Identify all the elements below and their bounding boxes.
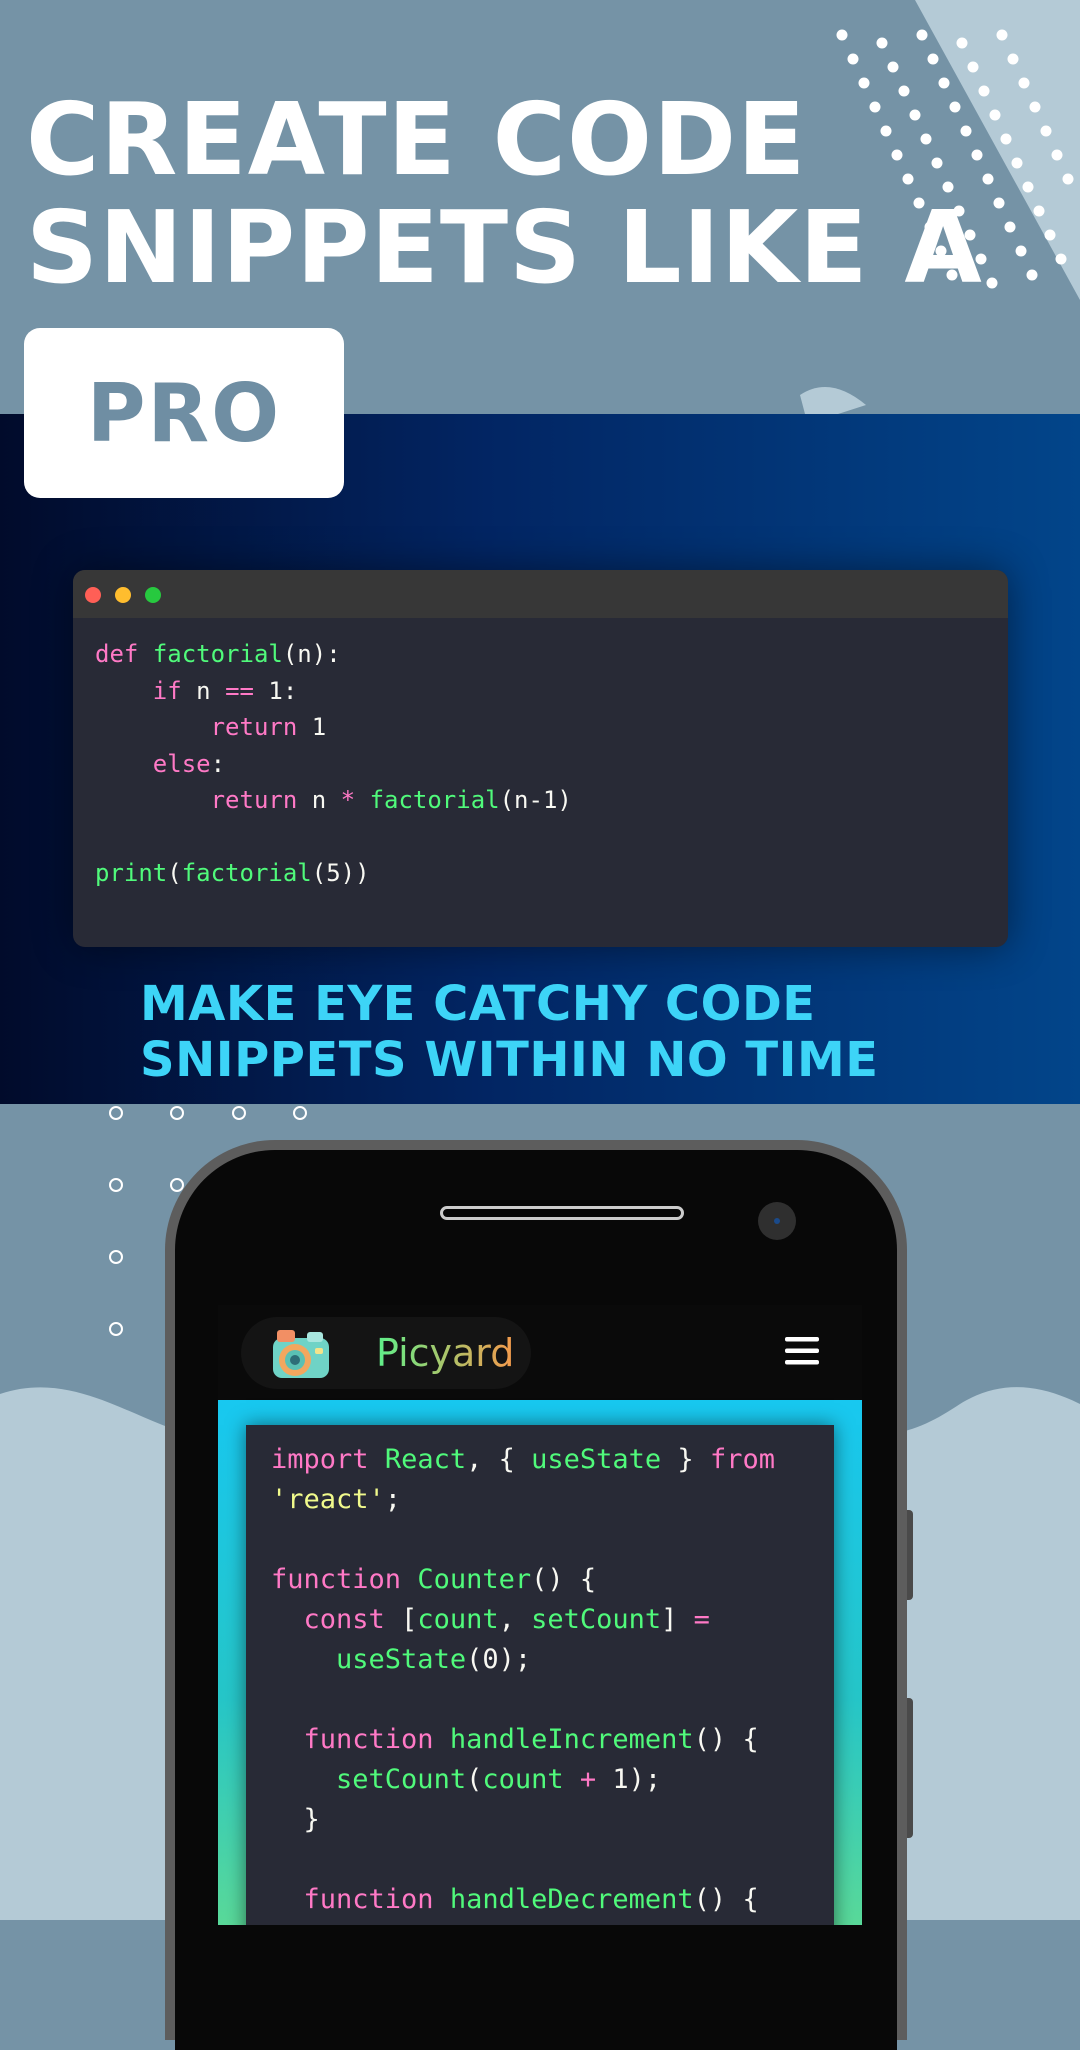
python-code-block: def factorial(n): if n == 1: return 1 el… xyxy=(95,636,572,892)
decorative-dot xyxy=(986,277,998,289)
pro-badge: PRO xyxy=(24,328,344,498)
editor-title-bar xyxy=(73,570,1008,618)
camera-icon xyxy=(273,1330,329,1378)
decorative-dot xyxy=(1026,269,1038,281)
decorative-dot xyxy=(989,109,1001,121)
decorative-dot xyxy=(880,125,892,137)
decorative-dot xyxy=(1007,53,1019,65)
decorative-dot xyxy=(1000,133,1012,145)
code-line: function handleDecrement() { xyxy=(303,1884,759,1915)
decorative-dot xyxy=(909,109,921,121)
decorative-dot xyxy=(847,53,859,65)
decorative-dot xyxy=(1040,125,1052,137)
decorative-dot xyxy=(938,77,950,89)
code-line: } xyxy=(271,1804,320,1835)
decorative-dot xyxy=(1051,149,1063,161)
decorative-ring xyxy=(109,1178,123,1192)
tagline: MAKE EYE CATCHY CODE SNIPPETS WITHIN NO … xyxy=(140,976,879,1088)
decorative-dot xyxy=(1022,181,1034,193)
code-line: return 1 xyxy=(210,713,327,741)
decorative-ring xyxy=(109,1322,123,1336)
code-editor-window: def factorial(n): if n == 1: return 1 el… xyxy=(73,570,1008,947)
decorative-dot xyxy=(927,53,939,65)
code-line: useState(0); xyxy=(336,1644,532,1675)
decorative-dot xyxy=(858,77,870,89)
decorative-dot xyxy=(1018,77,1030,89)
decorative-dot xyxy=(996,29,1008,41)
decorative-dot xyxy=(1033,205,1045,217)
decorative-ring xyxy=(109,1250,123,1264)
code-line: 'react'; xyxy=(271,1484,402,1515)
code-line: import React, { useState } from xyxy=(271,1444,775,1475)
decorative-ring xyxy=(109,1106,123,1120)
decorative-dot xyxy=(876,37,888,49)
headline-line-1: CREATE CODE xyxy=(26,81,807,198)
code-line: print(factorial(5)) xyxy=(95,859,370,887)
code-line: return n * factorial(n-1) xyxy=(210,786,572,814)
decorative-dot xyxy=(960,125,972,137)
headline-line-2: SNIPPETS LIKE A xyxy=(26,189,983,306)
decorative-dot xyxy=(982,173,994,185)
decorative-swoosh xyxy=(800,387,866,414)
decorative-dot xyxy=(971,149,983,161)
decorative-ring xyxy=(232,1106,246,1120)
decorative-dot xyxy=(902,173,914,185)
decorative-dot xyxy=(1004,221,1016,233)
decorative-dot xyxy=(956,37,968,49)
decorative-dot xyxy=(967,61,979,73)
decorative-dot xyxy=(931,157,943,169)
tagline-line-2: SNIPPETS WITHIN NO TIME xyxy=(140,1032,879,1088)
decorative-dot xyxy=(949,101,961,113)
decorative-dot xyxy=(920,133,932,145)
phone-speaker xyxy=(440,1206,684,1220)
decorative-dot xyxy=(1062,173,1074,185)
decorative-dot xyxy=(1015,245,1027,257)
decorative-dot xyxy=(1011,157,1023,169)
app-header-brand[interactable]: Picyard xyxy=(241,1317,531,1389)
decorative-ring xyxy=(170,1106,184,1120)
decorative-ring xyxy=(293,1106,307,1120)
tagline-line-1: MAKE EYE CATCHY CODE xyxy=(140,976,816,1032)
code-line: else: xyxy=(152,749,226,778)
app-name: Picyard xyxy=(376,1331,515,1375)
react-snippet-card: import React, { useState } from'react'; … xyxy=(246,1425,834,1925)
code-line: function handleIncrement() { xyxy=(303,1724,759,1755)
react-code-block: import React, { useState } from'react'; … xyxy=(271,1440,775,1920)
decorative-dot xyxy=(898,85,910,97)
decorative-dot xyxy=(916,29,928,41)
maximize-dot-icon xyxy=(145,587,161,603)
decorative-dot xyxy=(887,61,899,73)
close-dot-icon xyxy=(85,587,101,603)
front-camera-icon xyxy=(758,1202,796,1240)
code-line: setCount(count + 1); xyxy=(336,1764,662,1795)
decorative-dot xyxy=(1029,101,1041,113)
code-line: function Counter() { xyxy=(271,1564,597,1595)
phone-screen: Picyard import React, { useState } from '… xyxy=(218,1305,862,1925)
minimize-dot-icon xyxy=(115,587,131,603)
decorative-dot xyxy=(1055,253,1067,265)
pro-badge-label: PRO xyxy=(86,366,282,460)
decorative-dot xyxy=(891,149,903,161)
code-line: def factorial(n): xyxy=(95,640,341,668)
decorative-dot xyxy=(869,101,881,113)
decorative-dot xyxy=(836,29,848,41)
decorative-dot xyxy=(993,197,1005,209)
hamburger-menu-icon[interactable] xyxy=(785,1337,819,1365)
code-line: const [count, setCount] = xyxy=(303,1604,710,1635)
decorative-dot xyxy=(978,85,990,97)
decorative-dot xyxy=(1044,229,1056,241)
code-line: if n == 1: xyxy=(152,676,298,705)
